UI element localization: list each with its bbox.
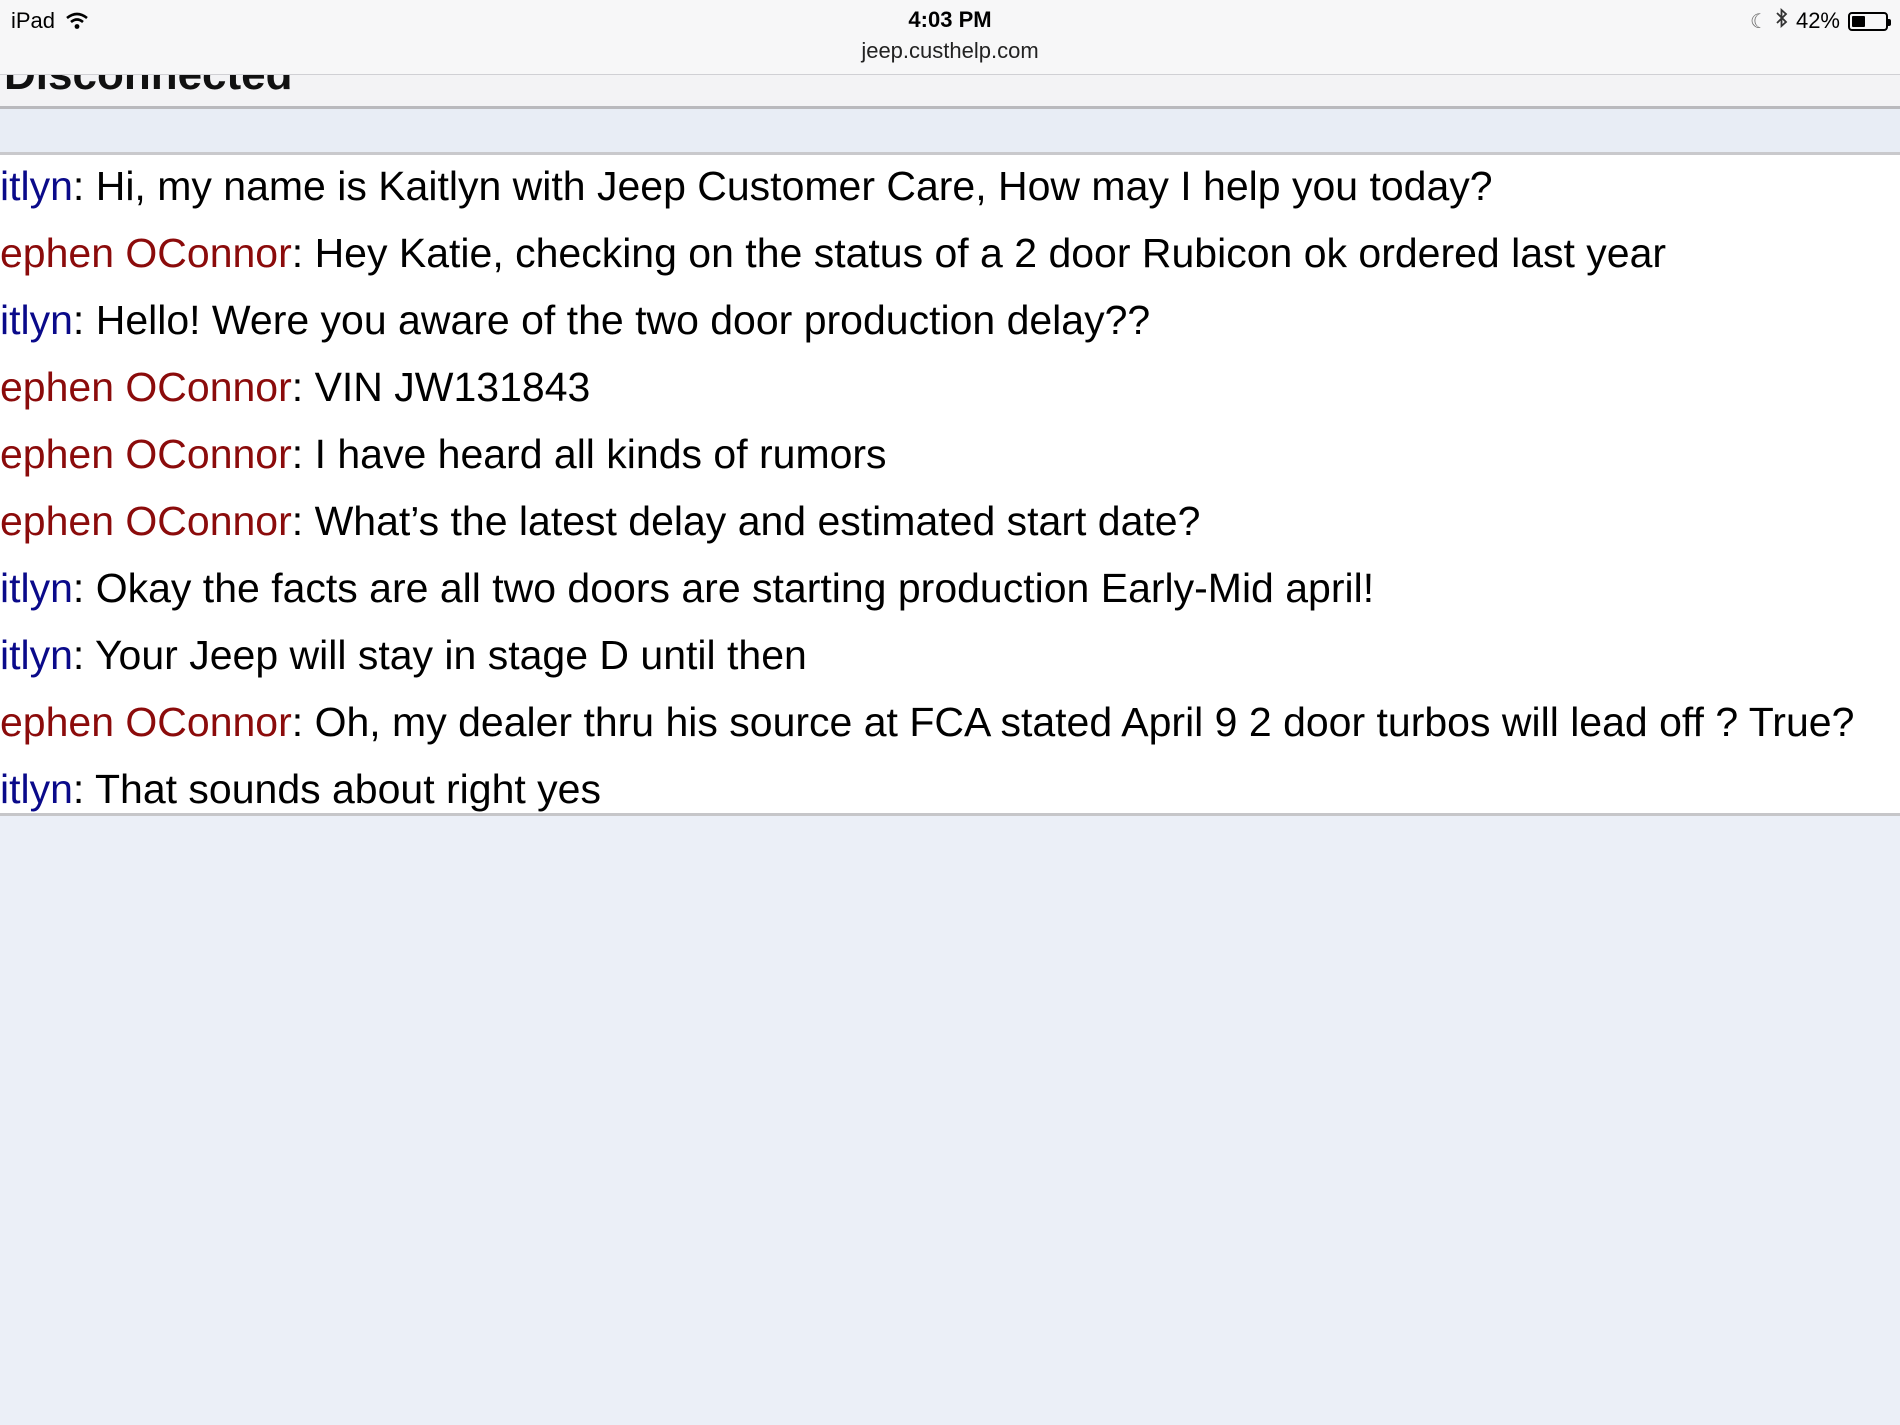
name-separator: : (72, 632, 85, 678)
customer-name: ephen OConnor (0, 431, 292, 477)
bluetooth-icon (1776, 7, 1788, 34)
name-separator: : (291, 230, 304, 276)
clock: 4:03 PM (908, 7, 992, 32)
url-label[interactable]: jeep.custhelp.com (0, 38, 1900, 64)
customer-name: ephen OConnor (0, 230, 292, 276)
moon-icon: ☾ (1750, 10, 1768, 33)
message-text: I have heard all kinds of rumors (303, 431, 887, 477)
chat-message: ephen OConnor: Hey Katie, checking on th… (0, 225, 1666, 292)
battery-percent: 42% (1795, 8, 1840, 33)
message-text: What’s the latest delay and estimated st… (303, 498, 1201, 544)
battery-icon (1848, 11, 1891, 31)
message-text: Okay the facts are all two doors are sta… (84, 565, 1375, 611)
chat-message: itlyn: Hello! Were you aware of the two … (0, 292, 1150, 359)
name-separator: : (291, 364, 304, 410)
name-separator: : (291, 498, 304, 544)
agent-name: itlyn (0, 766, 73, 812)
page-header: Disconnected (0, 74, 1900, 109)
chat-message: ephen OConnor: I have heard all kinds of… (0, 426, 887, 493)
message-text: VIN JW131843 (303, 364, 591, 410)
chat-message: ephen OConnor: What’s the latest delay a… (0, 493, 1200, 560)
page-title: Disconnected (4, 74, 293, 99)
message-text: Your Jeep will stay in stage D until the… (84, 632, 807, 678)
chat-message: ephen OConnor: VIN JW131843 (0, 359, 590, 426)
name-separator: : (72, 565, 85, 611)
status-right: ☾ 42% (1750, 7, 1891, 34)
name-separator: : (72, 297, 85, 343)
agent-name: itlyn (0, 163, 73, 209)
agent-name: itlyn (0, 632, 73, 678)
chat-message: itlyn: That sounds about right yes (0, 761, 601, 813)
name-separator: : (291, 431, 304, 477)
chat-message: itlyn: Your Jeep will stay in stage D un… (0, 627, 807, 694)
chat-message: itlyn: Hi, my name is Kaitlyn with Jeep … (0, 158, 1493, 225)
message-text: Hey Katie, checking on the status of a 2… (303, 230, 1667, 276)
name-separator: : (72, 766, 85, 812)
message-text: Oh, my dealer thru his source at FCA sta… (303, 699, 1855, 745)
status-bar: iPad 4:03 PM jeep.custhelp.com ☾ 42% (0, 0, 1900, 75)
agent-name: itlyn (0, 297, 73, 343)
message-text: Hi, my name is Kaitlyn with Jeep Custome… (84, 163, 1493, 209)
agent-name: itlyn (0, 565, 73, 611)
chat-transcript: itlyn: Hi, my name is Kaitlyn with Jeep … (0, 155, 1900, 816)
message-text: That sounds about right yes (84, 766, 601, 812)
customer-name: ephen OConnor (0, 498, 292, 544)
battery-fill (1852, 15, 1865, 27)
message-text: Hello! Were you aware of the two door pr… (84, 297, 1151, 343)
toolbar-band (0, 109, 1900, 155)
customer-name: ephen OConnor (0, 699, 292, 745)
chat-message: itlyn: Okay the facts are all two doors … (0, 560, 1374, 627)
name-separator: : (291, 699, 304, 745)
chat-message: ephen OConnor: Oh, my dealer thru his so… (0, 694, 1854, 761)
name-separator: : (72, 163, 85, 209)
customer-name: ephen OConnor (0, 364, 292, 410)
